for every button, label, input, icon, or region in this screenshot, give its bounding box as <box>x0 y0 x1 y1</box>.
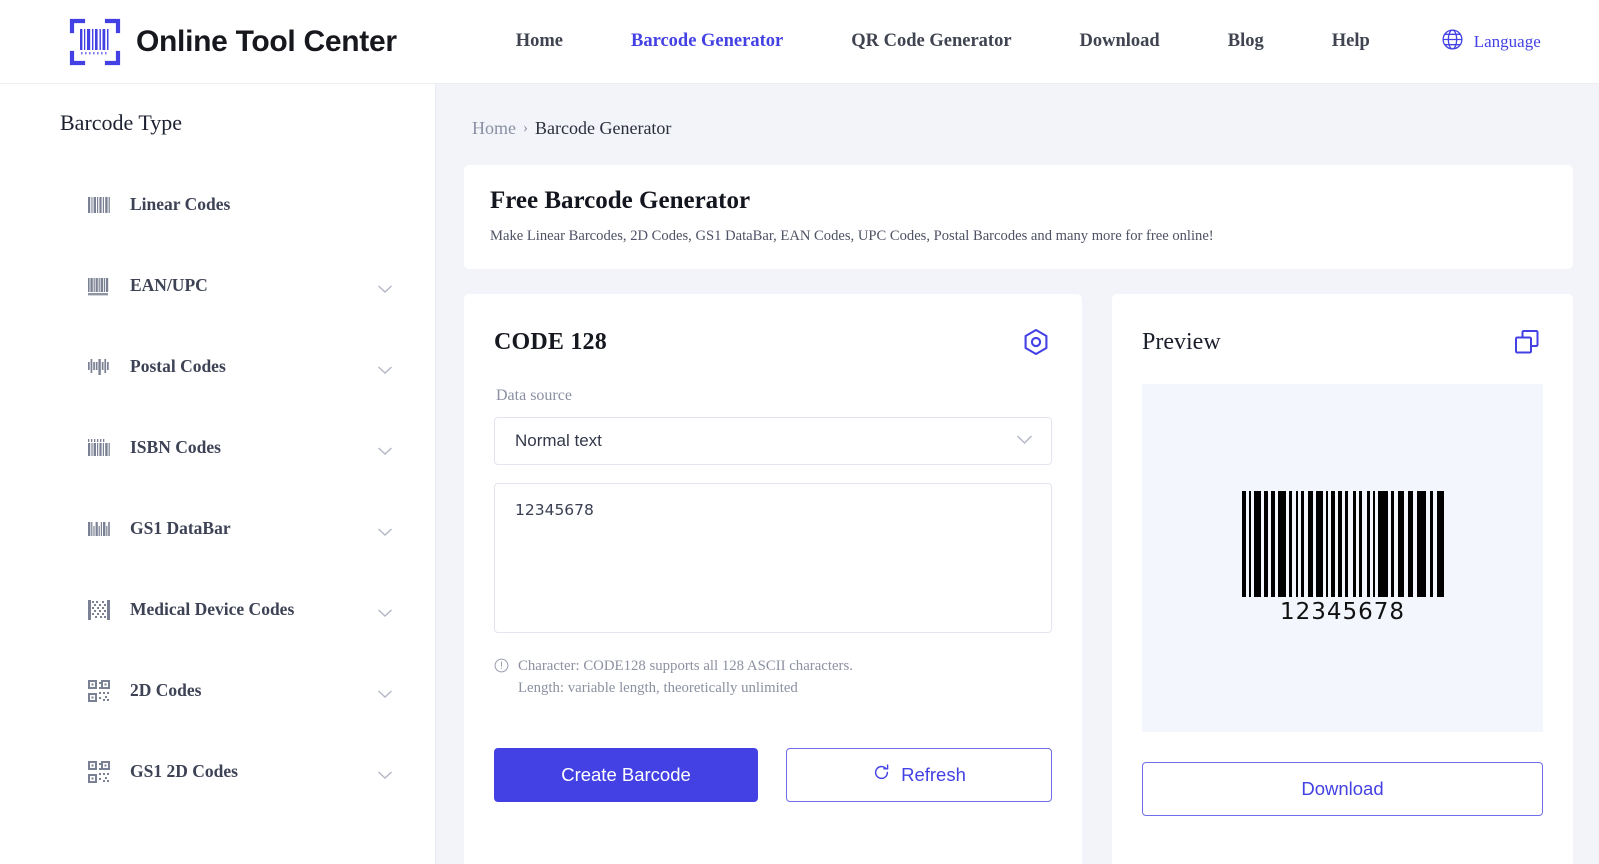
ean-barcode-icon <box>86 273 112 299</box>
download-button[interactable]: Download <box>1142 762 1543 816</box>
sidebar: Barcode Type Linear Codes EAN/UPC Postal… <box>0 84 436 864</box>
preview-title: Preview <box>1142 328 1221 355</box>
input-hint: Character: CODE128 supports all 128 ASCI… <box>494 655 1052 700</box>
datamatrix-icon <box>86 597 112 623</box>
nav-item-help[interactable]: Help <box>1298 31 1404 52</box>
barcode-caption: 12345678 <box>1279 599 1406 625</box>
qrcode-icon <box>86 759 112 785</box>
site-header: Online Tool Center Home Barcode Generato… <box>0 0 1599 84</box>
barcode-image <box>1241 491 1444 597</box>
chevron-down-icon <box>1016 432 1033 450</box>
chevron-down-icon <box>377 362 393 374</box>
hint-line-length: Length: variable length, theoretically u… <box>518 680 798 697</box>
nav-item-blog[interactable]: Blog <box>1194 31 1298 52</box>
barcode-data-input[interactable] <box>494 483 1052 633</box>
databar-icon <box>86 516 112 542</box>
generator-card-header: CODE 128 <box>494 326 1052 358</box>
chevron-down-icon <box>377 524 393 536</box>
isbn-barcode-icon <box>86 435 112 461</box>
generator-card: CODE 128 Data source Normal text 1234567… <box>464 294 1082 864</box>
sidebar-item-ean-upc[interactable]: EAN/UPC <box>0 245 435 326</box>
breadcrumb-home[interactable]: Home <box>472 118 516 139</box>
refresh-icon <box>872 763 891 787</box>
page-subtitle: Make Linear Barcodes, 2D Codes, GS1 Data… <box>490 228 1214 244</box>
barcode-scan-icon <box>68 15 122 69</box>
breadcrumb-current: Barcode Generator <box>535 118 672 138</box>
sidebar-item-label: GS1 2D Codes <box>130 761 238 781</box>
chevron-down-icon <box>377 767 393 779</box>
sidebar-item-label: 2D Codes <box>130 680 202 700</box>
barcode-type-title: CODE 128 <box>494 328 607 355</box>
action-buttons: Create Barcode Refresh <box>494 747 1052 802</box>
nav-item-download[interactable]: Download <box>1046 31 1194 52</box>
brand-name: Online Tool Center <box>136 24 397 58</box>
barcode-icon <box>86 192 112 218</box>
sidebar-item-medical-device-codes[interactable]: Medical Device Codes <box>0 569 435 650</box>
data-source-label: Data source <box>496 387 572 404</box>
page-title: Free Barcode Generator <box>490 187 751 214</box>
language-label: Language <box>1473 31 1541 51</box>
chevron-down-icon <box>377 281 393 293</box>
sidebar-item-label: Postal Codes <box>130 356 226 376</box>
content-cards: CODE 128 Data source Normal text 1234567… <box>464 294 1573 864</box>
breadcrumb-separator: › <box>523 120 528 136</box>
barcode-preview: 12345678 <box>1142 384 1543 732</box>
page-body: Barcode Type Linear Codes EAN/UPC Postal… <box>0 84 1599 864</box>
main-content: Home › Barcode Generator Free Barcode Ge… <box>436 84 1599 864</box>
chevron-down-icon <box>377 686 393 698</box>
chevron-down-icon <box>377 443 393 455</box>
preview-card-header: Preview <box>1142 326 1543 358</box>
nav-item-barcode-generator[interactable]: Barcode Generator <box>597 31 817 52</box>
sidebar-item-label: Linear Codes <box>130 194 231 214</box>
breadcrumb: Home › Barcode Generator <box>472 118 1573 139</box>
main-nav: Home Barcode Generator QR Code Generator… <box>482 27 1541 57</box>
globe-icon <box>1440 27 1465 57</box>
hint-text: Character: CODE128 supports all 128 ASCI… <box>518 655 853 700</box>
sidebar-item-2d-codes[interactable]: 2D Codes <box>0 650 435 731</box>
nav-item-qr-code-generator[interactable]: QR Code Generator <box>817 31 1045 52</box>
data-source-select[interactable]: Normal text <box>494 417 1052 465</box>
sidebar-item-isbn-codes[interactable]: ISBN Codes <box>0 407 435 488</box>
postal-barcode-icon <box>86 354 112 380</box>
sidebar-item-label: Medical Device Codes <box>130 599 295 619</box>
qrcode-icon <box>86 678 112 704</box>
sidebar-item-gs1-2d-codes[interactable]: GS1 2D Codes <box>0 731 435 812</box>
settings-hexagon-icon[interactable] <box>1020 326 1052 358</box>
info-circle-icon <box>494 658 509 700</box>
sidebar-item-label: EAN/UPC <box>130 275 208 295</box>
sidebar-item-label: ISBN Codes <box>130 437 221 457</box>
refresh-label: Refresh <box>901 763 966 785</box>
app-root: Online Tool Center Home Barcode Generato… <box>0 0 1599 864</box>
sidebar-item-gs1-databar[interactable]: GS1 DataBar <box>0 488 435 569</box>
copy-icon[interactable] <box>1511 326 1543 358</box>
refresh-button[interactable]: Refresh <box>786 747 1052 802</box>
nav-item-home[interactable]: Home <box>482 31 597 52</box>
data-source-value: Normal text <box>515 431 602 450</box>
page-title-card: Free Barcode Generator Make Linear Barco… <box>464 165 1573 269</box>
language-switcher[interactable]: Language <box>1404 27 1541 57</box>
hint-line-character: Character: CODE128 supports all 128 ASCI… <box>518 658 853 674</box>
create-barcode-button[interactable]: Create Barcode <box>494 747 758 802</box>
sidebar-title: Barcode Type <box>60 110 183 135</box>
brand[interactable]: Online Tool Center <box>68 15 397 69</box>
sidebar-item-linear-codes[interactable]: Linear Codes <box>0 164 435 245</box>
chevron-down-icon <box>377 605 393 617</box>
sidebar-item-postal-codes[interactable]: Postal Codes <box>0 326 435 407</box>
preview-card: Preview 12345678 Download <box>1112 294 1573 864</box>
sidebar-item-label: GS1 DataBar <box>130 518 231 538</box>
